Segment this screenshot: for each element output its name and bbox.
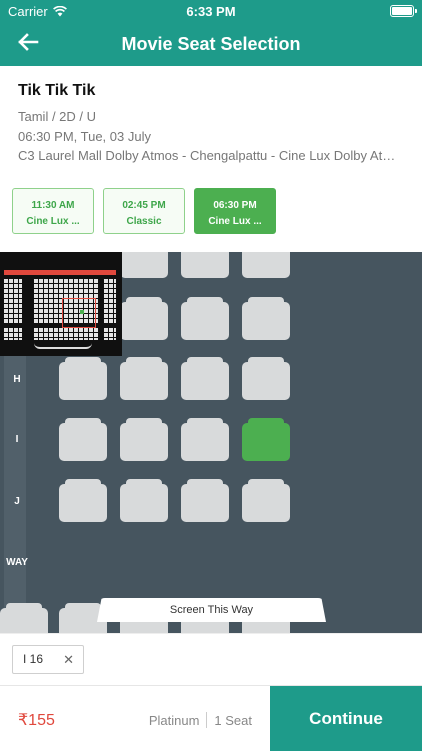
seat[interactable]	[120, 357, 168, 400]
showtime-option-selected[interactable]: 06:30 PM Cine Lux ...	[194, 188, 276, 234]
summary-divider	[206, 712, 208, 728]
seat[interactable]	[120, 297, 168, 340]
seat[interactable]	[181, 297, 229, 340]
seat[interactable]	[242, 252, 290, 278]
showtime-option[interactable]: 11:30 AM Cine Lux ...	[12, 188, 94, 234]
nav-bar: Movie Seat Selection	[0, 22, 422, 66]
venue-name: C3 Laurel Mall Dolby Atmos - Chengalpatt…	[18, 148, 406, 163]
seat[interactable]	[242, 297, 290, 340]
movie-info-panel: Tik Tik Tik Tamil / 2D / U 06:30 PM, Tue…	[0, 66, 422, 240]
minimap-viewport[interactable]	[62, 298, 96, 328]
selected-seat-label: I 16	[23, 652, 44, 666]
showtime-screen: Classic	[126, 216, 162, 227]
showtime-screen: Cine Lux ...	[26, 216, 80, 227]
seat[interactable]	[242, 357, 290, 400]
minimap-seat-block	[104, 328, 116, 340]
status-bar: Carrier 6:33 PM	[0, 0, 422, 22]
seat[interactable]	[181, 252, 229, 278]
showtime-option[interactable]: 02:45 PM Classic	[103, 188, 185, 234]
seat[interactable]	[181, 479, 229, 522]
row-label: I	[15, 434, 19, 445]
showtime-time: 02:45 PM	[122, 200, 166, 211]
showtime-time: 11:30 AM	[31, 200, 75, 211]
seat[interactable]	[181, 418, 229, 461]
booking-footer: ₹155 Platinum 1 Seat Continue	[0, 685, 422, 751]
seat[interactable]	[120, 479, 168, 522]
booking-summary: Platinum 1 Seat	[149, 712, 252, 728]
close-icon[interactable]: ✕	[63, 646, 74, 673]
seat[interactable]	[181, 357, 229, 400]
continue-button[interactable]: Continue	[270, 686, 422, 751]
seat[interactable]	[59, 357, 107, 400]
row-label: J	[14, 496, 20, 507]
minimap-sold-row	[4, 270, 116, 275]
seat[interactable]	[120, 418, 168, 461]
minimap-seat-block	[34, 328, 98, 340]
seat-minimap[interactable]	[0, 252, 122, 356]
seat[interactable]	[59, 479, 107, 522]
selected-seats-bar: I 16 ✕	[0, 633, 422, 685]
screen-indicator: Screen This Way	[97, 598, 326, 622]
minimap-seat-block	[4, 328, 22, 340]
seat[interactable]	[120, 252, 168, 278]
seat-category: Platinum	[148, 712, 200, 728]
movie-title: Tik Tik Tik	[18, 82, 96, 99]
page-title: Movie Seat Selection	[121, 34, 301, 54]
showtime-time: 06:30 PM	[213, 200, 257, 211]
row-label: WAY	[6, 557, 28, 568]
seat-count: 1 Seat	[214, 712, 252, 728]
minimap-selected-seat	[80, 310, 84, 314]
battery-icon	[390, 5, 417, 17]
showtime-screen: Cine Lux ...	[208, 216, 262, 227]
seat[interactable]	[242, 479, 290, 522]
status-time: 6:33 PM	[186, 4, 236, 19]
selected-seat-chip[interactable]: I 16 ✕	[12, 645, 84, 674]
movie-language-format: Tamil / 2D / U	[18, 109, 97, 124]
show-datetime: 06:30 PM, Tue, 03 July	[18, 129, 151, 144]
minimap-screen	[34, 343, 92, 349]
seat-map[interactable]: F G H I J WAY K	[0, 252, 422, 633]
seat[interactable]	[0, 603, 48, 633]
total-price: ₹155	[18, 712, 55, 729]
seat[interactable]	[59, 418, 107, 461]
minimap-seat-block	[104, 279, 116, 323]
row-label: H	[13, 374, 21, 385]
seat-selected[interactable]	[242, 418, 290, 461]
showtime-list: 11:30 AM Cine Lux ... 02:45 PM Classic 0…	[12, 188, 276, 234]
minimap-seat-block	[4, 279, 22, 323]
